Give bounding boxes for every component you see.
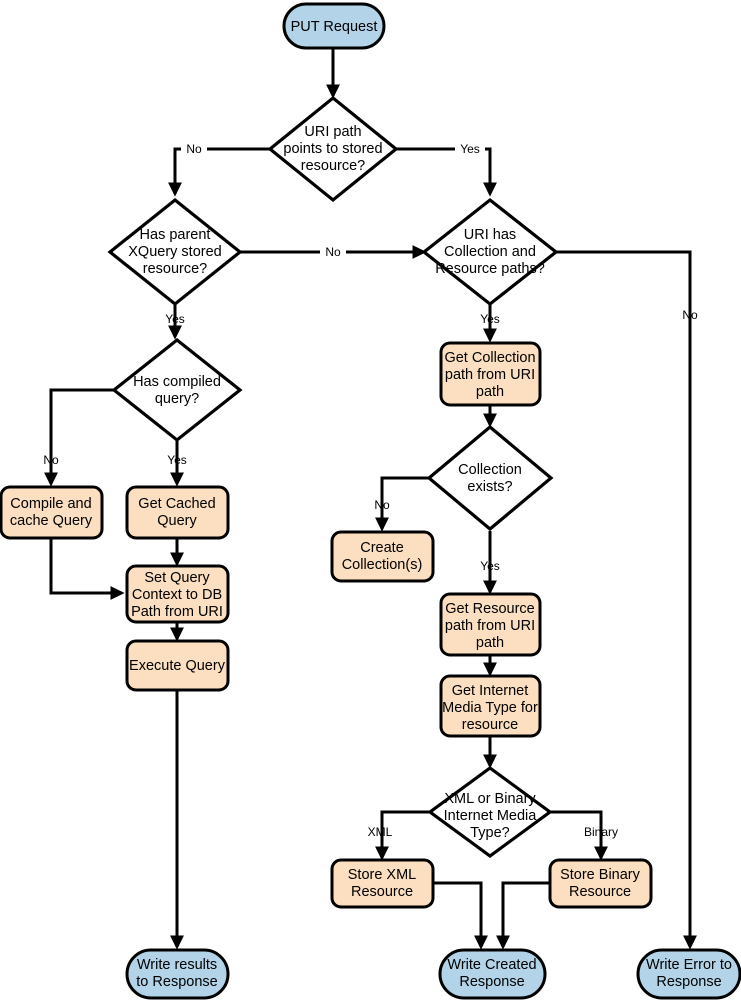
get-resource-label-line-3: path xyxy=(476,635,504,651)
node-put-request[interactable]: PUT Request xyxy=(282,2,386,50)
get-cached-label-line-2: Query xyxy=(157,513,197,529)
has-parent-label-line-3: resource? xyxy=(143,261,207,277)
edge-label-binary-branch: Binary xyxy=(584,825,618,839)
node-store-xml-resource[interactable]: Store XML Resource xyxy=(330,858,435,909)
create-collections-label-line-1: Create xyxy=(360,540,404,556)
compile-cache-label-line-1: Compile and xyxy=(10,496,91,512)
flowchart-diagram: No Yes No Yes Yes No No Yes No Yes XML B… xyxy=(0,0,741,1000)
uri-has-collection-label-line-3: Resource paths? xyxy=(435,261,545,277)
node-get-cached-query[interactable]: Get Cached Query xyxy=(125,485,230,540)
xml-or-binary-label-line-3: Type? xyxy=(470,825,510,841)
get-media-type-label-line-1: Get Internet xyxy=(452,683,529,699)
node-get-resource-path[interactable]: Get Resource path from URI path xyxy=(439,592,542,657)
store-binary-label-line-1: Store Binary xyxy=(560,867,641,883)
has-compiled-label-line-2: query? xyxy=(155,391,199,407)
edge-label-uripoints-no: No xyxy=(186,142,202,156)
node-get-collection-path[interactable]: Get Collection path from URI path xyxy=(439,341,542,407)
node-uri-has-collection-and-resource-paths[interactable]: URI has Collection and Resource paths? xyxy=(421,197,559,307)
node-write-created-response[interactable]: Write Created Response xyxy=(438,948,547,1000)
execute-query-label-line-1: Execute Query xyxy=(129,658,226,674)
has-compiled-label-line-1: Has compiled xyxy=(133,374,221,390)
edge-label-collexists-yes: Yes xyxy=(480,559,500,573)
edge-label-xml-branch: XML xyxy=(368,825,393,839)
store-binary-label-line-2: Resource xyxy=(569,884,631,900)
collection-exists-label-line-1: Collection xyxy=(458,462,522,478)
node-has-compiled-query[interactable]: Has compiled query? xyxy=(111,337,243,443)
edge-label-uripoints-yes: Yes xyxy=(460,142,480,156)
uri-has-collection-label-line-2: Collection and xyxy=(444,244,536,260)
xml-or-binary-label-line-2: Internet Media xyxy=(444,808,538,824)
get-resource-label-line-1: Get Resource xyxy=(445,601,534,617)
node-write-error-to-response[interactable]: Write Error to Response xyxy=(636,948,741,1000)
collection-exists-label-line-2: exists? xyxy=(467,479,512,495)
write-results-label-line-2: to Response xyxy=(136,974,217,990)
node-get-internet-media-type[interactable]: Get Internet Media Type for resource xyxy=(439,674,542,738)
edge-label-urihascoll-no: No xyxy=(682,308,698,322)
uri-points-label-line-2: points to stored xyxy=(283,141,382,157)
edge-compilecache-to-setquery xyxy=(49,538,125,601)
edge-label-hascompiled-no: No xyxy=(43,453,59,467)
node-set-query-context[interactable]: Set Query Context to DB Path from URI xyxy=(125,564,230,624)
edge-label-collexists-no: No xyxy=(374,498,390,512)
set-query-context-label-line-3: Path from URI xyxy=(131,604,223,620)
uri-points-label-line-3: resource? xyxy=(301,158,365,174)
get-collection-label-line-3: path xyxy=(476,384,504,400)
node-create-collections[interactable]: Create Collection(s) xyxy=(330,530,435,583)
get-media-type-label-line-3: resource xyxy=(462,717,518,733)
get-cached-label-line-1: Get Cached xyxy=(138,496,215,512)
has-parent-label-line-2: XQuery stored xyxy=(128,244,222,260)
write-created-label-line-2: Response xyxy=(459,974,524,990)
edge-label-hascompiled-yes: Yes xyxy=(167,453,187,467)
get-media-type-label-line-2: Media Type for xyxy=(442,700,538,716)
node-compile-and-cache-query[interactable]: Compile and cache Query xyxy=(0,485,104,540)
node-xml-or-binary-media-type[interactable]: XML or Binary Internet Media Type? xyxy=(427,766,553,858)
store-xml-label-line-2: Resource xyxy=(351,884,413,900)
node-uri-points-to-stored-resource[interactable]: URI path points to stored resource? xyxy=(267,95,399,203)
edge-urihascoll-no xyxy=(556,250,698,950)
uri-points-label-line-1: URI path xyxy=(304,124,361,140)
node-execute-query[interactable]: Execute Query xyxy=(125,639,230,692)
edge-label-hasparent-yes: Yes xyxy=(165,312,185,326)
node-collection-exists[interactable]: Collection exists? xyxy=(426,424,554,532)
uri-has-collection-label-line-1: URI has xyxy=(464,227,516,243)
edge-storebinary-to-writecreated xyxy=(495,881,550,950)
edge-hascompiled-no xyxy=(43,388,115,487)
get-resource-label-line-2: path from URI xyxy=(445,618,535,634)
create-collections-label-line-2: Collection(s) xyxy=(342,557,423,573)
put-request-label-line-1: PUT Request xyxy=(291,19,378,35)
edge-storexml-to-writecreated xyxy=(433,881,489,950)
write-created-label-line-1: Write Created xyxy=(447,957,536,973)
compile-cache-label-line-2: cache Query xyxy=(10,513,93,529)
set-query-context-label-line-1: Set Query xyxy=(144,570,210,586)
write-error-label-line-2: Response xyxy=(656,974,721,990)
node-write-results-to-response[interactable]: Write results to Response xyxy=(125,948,230,1000)
edge-label-urihascoll-yes: Yes xyxy=(480,312,500,326)
get-collection-label-line-2: path from URI xyxy=(445,367,535,383)
flowchart-canvas: No Yes No Yes Yes No No Yes No Yes XML B… xyxy=(0,2,741,1000)
store-xml-label-line-1: Store XML xyxy=(348,867,417,883)
write-error-label-line-1: Write Error to xyxy=(646,957,732,973)
set-query-context-label-line-2: Context to DB xyxy=(132,587,222,603)
get-collection-label-line-1: Get Collection xyxy=(444,350,535,366)
xml-or-binary-label-line-1: XML or Binary xyxy=(444,791,536,807)
node-store-binary-resource[interactable]: Store Binary Resource xyxy=(548,858,653,909)
node-has-parent-xquery-stored-resource[interactable]: Has parent XQuery stored resource? xyxy=(107,197,243,307)
has-parent-label-line-1: Has parent xyxy=(140,227,211,243)
edge-label-hasparent-no: No xyxy=(325,245,341,259)
write-results-label-line-1: Write results xyxy=(137,957,217,973)
